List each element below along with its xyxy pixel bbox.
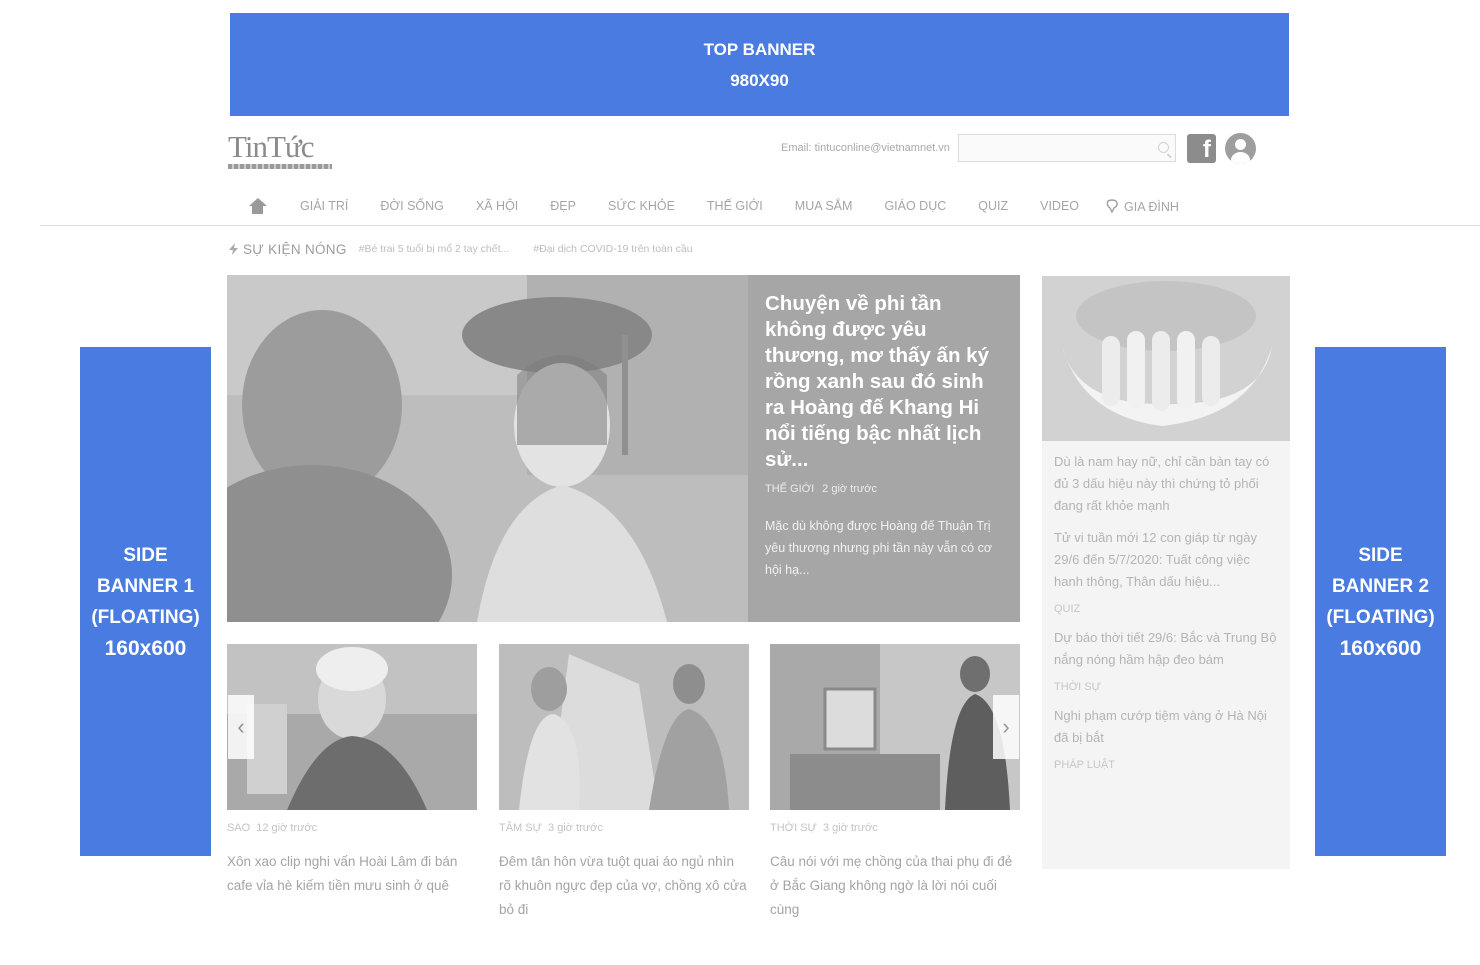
nav-item-quiz[interactable]: QUIZ [978, 199, 1008, 213]
nav-item-gia-dinh[interactable]: GIA ĐÌNH [1105, 198, 1179, 214]
main-nav: GIẢI TRÍ ĐỜI SỐNG XÃ HỘI ĐẸP SỨC KHỎE TH… [248, 194, 1179, 218]
article-time: 3 giờ trước [822, 822, 878, 834]
article-image[interactable] [227, 644, 477, 810]
sidebar-photo-art [1042, 276, 1290, 441]
sidebar-item-category[interactable]: QUIZ [1054, 603, 1278, 615]
user-icon[interactable] [1224, 132, 1256, 164]
article-image[interactable] [770, 644, 1020, 810]
sidebar-item-title[interactable]: Nghi phạm cướp tiệm vàng ở Hà Nội đã bị … [1054, 705, 1278, 749]
hero-image[interactable] [227, 275, 748, 622]
article-meta: TÂM SỰ 3 giờ trước [499, 822, 749, 834]
sidebar-item-category[interactable]: PHÁP LUẬT [1054, 759, 1278, 771]
article-category[interactable]: SAO [227, 822, 250, 834]
article-category[interactable]: THỜI SỰ [770, 822, 817, 834]
side-banner-left[interactable]: SIDE BANNER 1 (FLOATING) 160x600 [80, 347, 211, 856]
nav-item-suc-khoe[interactable]: SỨC KHỎE [608, 199, 675, 213]
article-image[interactable] [499, 644, 749, 810]
side-banner-left-line2: BANNER 1 [96, 575, 195, 597]
nav-item-giai-tri[interactable]: GIẢI TRÍ [300, 199, 348, 213]
logo-text: TinTức [228, 129, 314, 164]
article-card[interactable]: THỜI SỰ 3 giờ trước Câu nói với mẹ chồng … [770, 644, 1020, 922]
sidebar-item-title[interactable]: Dù là nam hay nữ, chỉ cần bàn tay có đủ … [1054, 451, 1278, 517]
top-banner-label: TOP BANNER [703, 39, 816, 59]
carousel-next-button[interactable]: › [993, 695, 1019, 759]
hero-meta: THẾ GIỚI 2 giờ trước [765, 483, 1007, 495]
hero-category[interactable]: THẾ GIỚI [765, 483, 814, 495]
header-tools: Email: tintuconline@vietnamnet.vn f [781, 132, 1256, 164]
family-icon [1106, 198, 1118, 213]
sidebar-item-title[interactable]: Dự báo thời tiết 29/6: Bắc và Trung Bộ n… [1054, 627, 1278, 671]
trending-bar: SỰ KIỆN NÓNG #Bé trai 5 tuổi bị mổ 2 tay… [229, 240, 717, 258]
facebook-icon[interactable]: f [1186, 133, 1216, 163]
article-card[interactable]: SAO 12 giờ trước Xôn xao clip nghi vấn Ho… [227, 644, 477, 898]
nav-item-xa-hoi[interactable]: XÃ HỘI [476, 199, 518, 213]
hero-photo-art [227, 275, 748, 622]
logo-strip [228, 164, 332, 169]
article-time: 3 giờ trước [548, 822, 603, 834]
hero-time: 2 giờ trước [822, 483, 877, 495]
sidebar-list: Dù là nam hay nữ, chỉ cần bàn tay có đủ … [1042, 441, 1290, 771]
nav-item-dep[interactable]: ĐẸP [550, 199, 576, 213]
side-banner-left-line3: (FLOATING) [91, 606, 200, 628]
hero-title[interactable]: Chuyện về phi tần không được yêu thương,… [765, 291, 1007, 473]
hero-article[interactable]: Chuyện về phi tần không được yêu thương,… [227, 275, 1020, 622]
side-banner-right-line1: SIDE [1358, 544, 1403, 566]
nav-item-doi-song[interactable]: ĐỜI SỐNG [380, 199, 444, 213]
carousel-prev-button[interactable]: ‹ [228, 695, 254, 759]
nav-divider [40, 225, 1480, 226]
search-icon[interactable] [1157, 142, 1169, 153]
nav-item-giao-duc[interactable]: GIÁO DỤC [884, 199, 946, 213]
contact-email: Email: tintuconline@vietnamnet.vn [781, 142, 950, 154]
search-box [957, 134, 1176, 162]
home-icon[interactable] [248, 198, 267, 214]
article-title[interactable]: Xôn xao clip nghi vấn Hoài Lâm đi bán ca… [227, 850, 477, 898]
hero-text: Chuyện về phi tần không được yêu thương,… [765, 291, 1007, 581]
sidebar-item-category[interactable]: THỜI SỰ [1054, 681, 1278, 693]
search-input[interactable] [958, 135, 1175, 161]
article-meta: SAO 12 giờ trước [227, 822, 477, 834]
article-time: 12 giờ trước [256, 822, 318, 834]
article-photo-art [770, 644, 1020, 810]
top-banner-size: 980X90 [730, 70, 789, 90]
side-banner-left-line1: SIDE [123, 544, 168, 566]
bolt-icon [229, 243, 238, 255]
article-photo-art [227, 644, 477, 810]
trending-link[interactable]: #Đại dịch COVID-19 trên toàn cầu [533, 243, 692, 255]
side-banner-right[interactable]: SIDE BANNER 2 (FLOATING) 160x600 [1315, 347, 1446, 856]
top-banner[interactable]: TOP BANNER 980X90 [230, 13, 1289, 116]
article-title[interactable]: Đêm tân hôn vừa tuột quai áo ngủ nhìn rõ… [499, 850, 749, 922]
nav-item-video[interactable]: VIDEO [1040, 199, 1079, 213]
article-photo-art [499, 644, 749, 810]
article-title[interactable]: Câu nói với mẹ chồng của thai phụ đi đẻ … [770, 850, 1020, 922]
sidebar-image[interactable] [1042, 276, 1290, 441]
sidebar-news: Dù là nam hay nữ, chỉ cần bàn tay có đủ … [1042, 276, 1290, 869]
article-meta: THỜI SỰ 3 giờ trước [770, 822, 1020, 834]
side-banner-right-size: 160x600 [1339, 636, 1422, 660]
side-banner-right-line2: BANNER 2 [1331, 575, 1430, 597]
sidebar-item-title[interactable]: Tử vi tuần mới 12 con giáp từ ngày 29/6 … [1054, 527, 1278, 593]
nav-item-gia-dinh-label: GIA ĐÌNH [1124, 199, 1179, 214]
side-banner-right-line3: (FLOATING) [1326, 606, 1435, 628]
nav-item-the-gioi[interactable]: THẾ GIỚI [707, 199, 763, 213]
site-logo[interactable]: TinTức [228, 129, 334, 172]
hero-summary: Mặc dù không được Hoàng đế Thuận Trị yêu… [765, 519, 993, 577]
side-banner-left-size: 160x600 [104, 636, 187, 660]
article-card[interactable]: TÂM SỰ 3 giờ trước Đêm tân hôn vừa tuột q… [499, 644, 749, 922]
nav-item-mua-sam[interactable]: MUA SẮM [795, 199, 853, 213]
article-category[interactable]: TÂM SỰ [499, 822, 542, 834]
trending-title: SỰ KIỆN NÓNG [243, 241, 347, 257]
trending-link[interactable]: #Bé trai 5 tuổi bị mổ 2 tay chết... [359, 243, 510, 255]
